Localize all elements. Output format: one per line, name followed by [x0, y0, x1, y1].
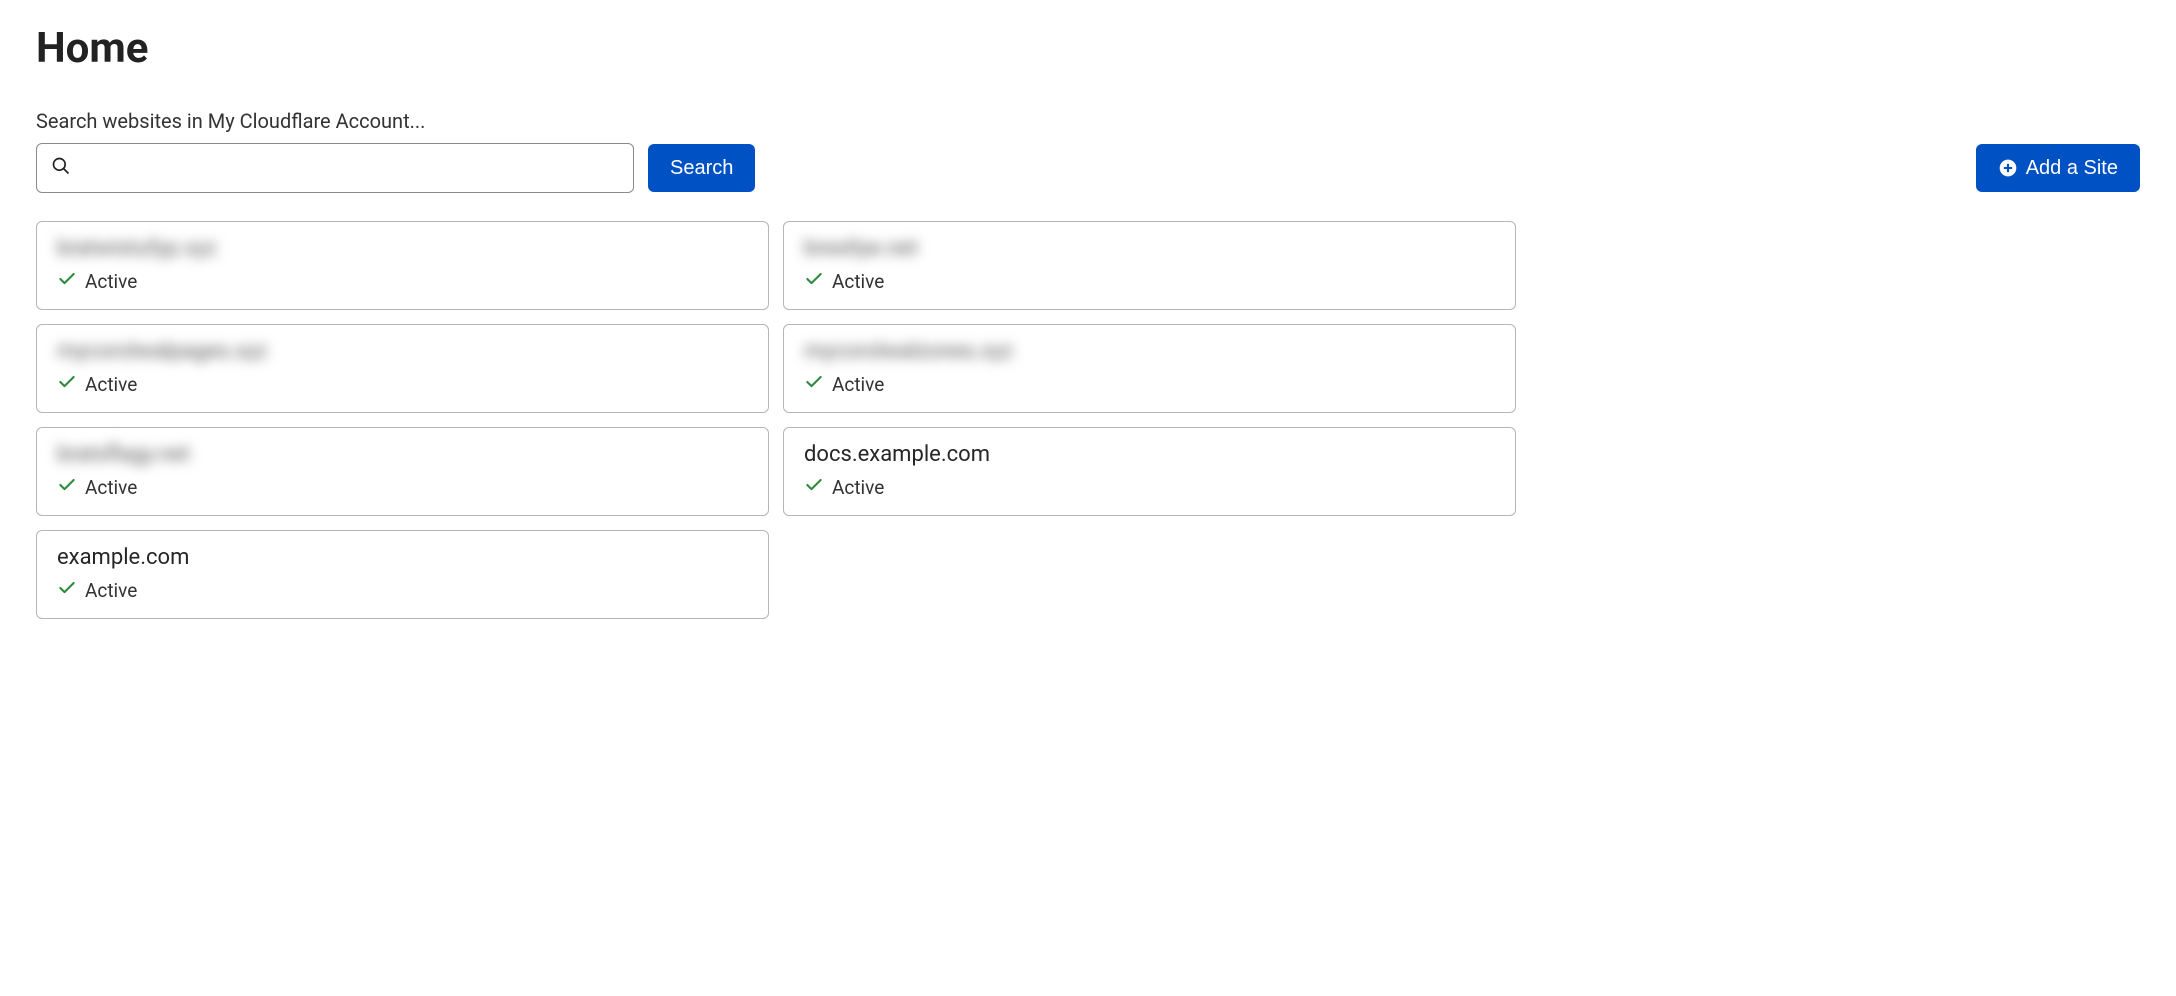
site-status-row: Active	[804, 475, 1495, 499]
site-name: mycorolwalpages.xyz	[57, 339, 267, 364]
site-status: Active	[832, 476, 884, 499]
site-status-row: Active	[804, 372, 1495, 396]
site-status-row: Active	[57, 475, 748, 499]
site-name: brestlye.net	[804, 236, 918, 261]
site-name: bratsflagy.net	[57, 442, 190, 467]
site-card[interactable]: example.com Active	[36, 530, 769, 619]
site-status: Active	[85, 270, 137, 293]
site-name: example.com	[57, 545, 189, 570]
site-status: Active	[85, 476, 137, 499]
site-card[interactable]: mycorolwalpages.xyz Active	[36, 324, 769, 413]
search-box[interactable]	[36, 143, 634, 193]
site-name: docs.example.com	[804, 442, 990, 467]
site-card[interactable]: docs.example.com Active	[783, 427, 1516, 516]
plus-circle-icon	[1998, 158, 2018, 178]
site-name: mycorolwalzones.xyz	[804, 339, 1013, 364]
search-button[interactable]: Search	[648, 144, 755, 192]
site-status-row: Active	[57, 372, 748, 396]
search-label: Search websites in My Cloudflare Account…	[36, 109, 2140, 133]
check-icon	[57, 269, 77, 293]
site-card[interactable]: brestlye.net Active	[783, 221, 1516, 310]
check-icon	[57, 475, 77, 499]
site-card[interactable]: bratsflagy.net Active	[36, 427, 769, 516]
site-status: Active	[832, 373, 884, 396]
site-card[interactable]: bratwistufyp.xyz Active	[36, 221, 769, 310]
search-icon	[51, 156, 71, 180]
page-title: Home	[36, 24, 2140, 73]
check-icon	[804, 475, 824, 499]
site-name: bratwistufyp.xyz	[57, 236, 217, 261]
add-site-button[interactable]: Add a Site	[1976, 144, 2140, 192]
check-icon	[57, 578, 77, 602]
check-icon	[57, 372, 77, 396]
add-site-label: Add a Site	[2026, 157, 2118, 180]
site-status-row: Active	[804, 269, 1495, 293]
site-status-row: Active	[57, 269, 748, 293]
search-row: Search Add a Site	[36, 143, 2140, 193]
site-status: Active	[85, 579, 137, 602]
site-status: Active	[85, 373, 137, 396]
site-status: Active	[832, 270, 884, 293]
check-icon	[804, 269, 824, 293]
site-status-row: Active	[57, 578, 748, 602]
sites-grid: bratwistufyp.xyz Active brestlye.net Active…	[36, 221, 1516, 619]
site-card[interactable]: mycorolwalzones.xyz Active	[783, 324, 1516, 413]
check-icon	[804, 372, 824, 396]
search-input[interactable]	[81, 158, 619, 179]
